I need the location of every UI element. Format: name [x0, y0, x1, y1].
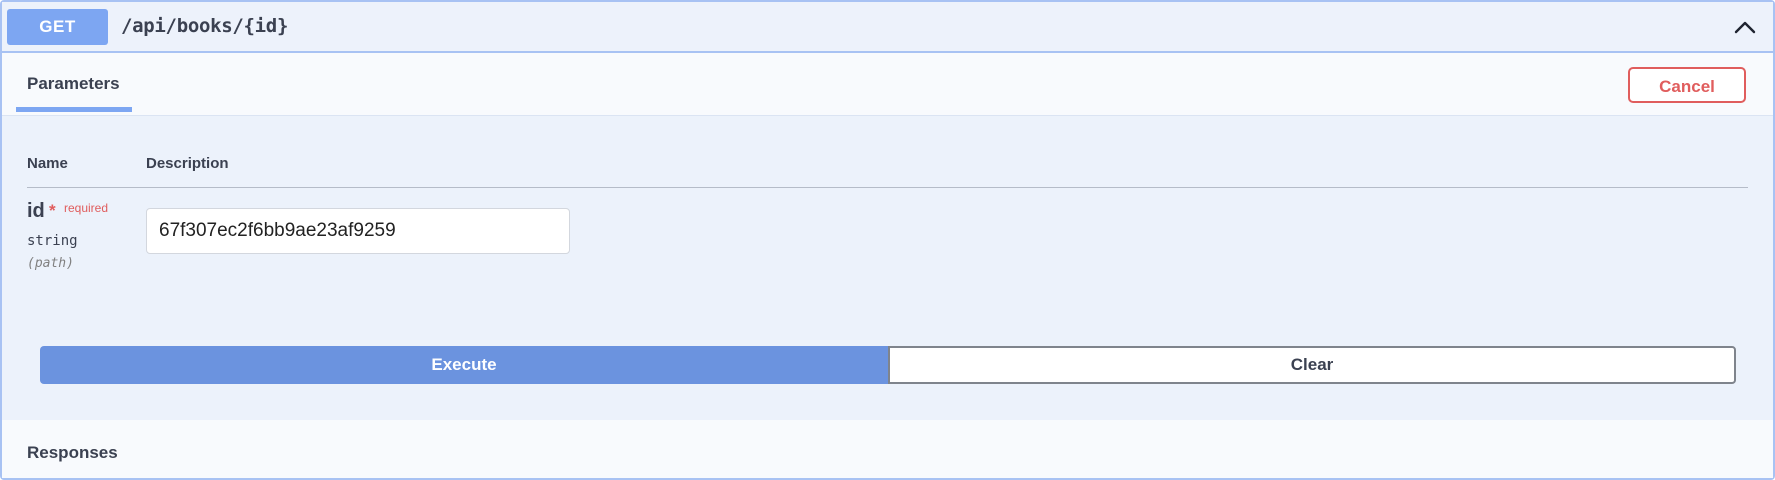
tab-parameters-label: Parameters	[27, 74, 120, 93]
chevron-up-icon[interactable]	[1733, 18, 1757, 36]
parameter-name: id	[27, 200, 45, 222]
cancel-button[interactable]: Cancel	[1628, 67, 1746, 103]
header-divider	[27, 187, 1748, 188]
execute-clear-group: Execute Clear	[40, 346, 1736, 384]
column-header-description: Description	[146, 155, 229, 172]
parameters-section: Name Description id * required string (p…	[2, 116, 1773, 420]
column-header-name: Name	[27, 155, 68, 172]
operation-summary[interactable]: GET /api/books/{id}	[2, 2, 1773, 53]
parameter-location: (path)	[27, 256, 74, 271]
http-method-badge: GET	[7, 9, 108, 45]
execute-button[interactable]: Execute	[40, 346, 888, 384]
responses-title: Responses	[27, 443, 118, 462]
tab-header: Parameters Cancel	[2, 53, 1773, 116]
responses-section: Responses	[2, 420, 1773, 478]
clear-button[interactable]: Clear	[888, 346, 1736, 384]
endpoint-path: /api/books/{id}	[121, 15, 289, 37]
required-asterisk: *	[49, 201, 56, 220]
required-label: required	[64, 201, 109, 215]
parameter-type: string	[27, 233, 78, 249]
tab-parameters[interactable]: Parameters	[16, 53, 132, 112]
operation-block: GET /api/books/{id} Parameters Cancel Na…	[0, 0, 1775, 480]
active-tab-indicator	[16, 107, 132, 112]
id-parameter-input[interactable]	[146, 208, 570, 254]
